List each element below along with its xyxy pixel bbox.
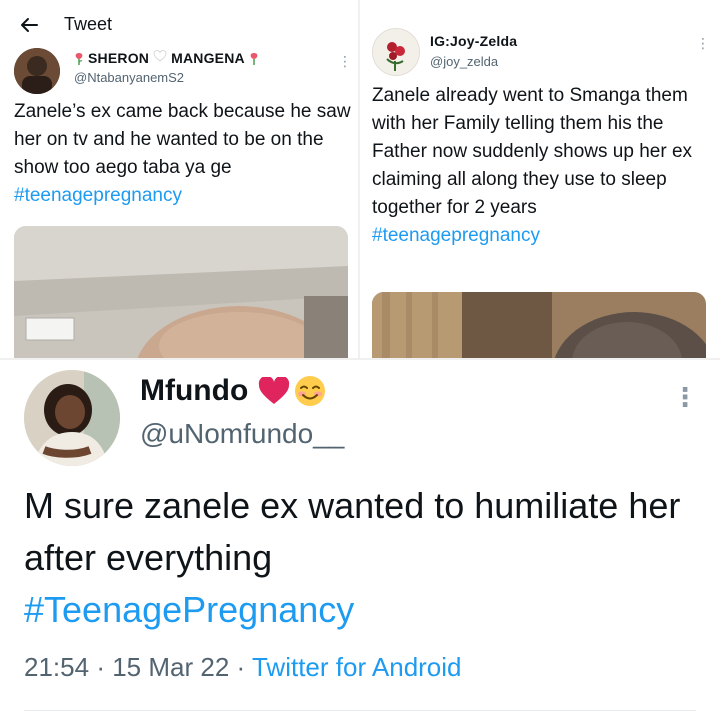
hashtag-link[interactable]: #teenagepregnancy [372, 225, 540, 246]
author-display-name: Mfundo [140, 374, 249, 407]
author-name-part1: SHERON [88, 50, 150, 66]
tweet-text: M sure zanele ex wanted to humiliate her… [24, 480, 684, 636]
author-handle[interactable]: @uNomfundo__ [140, 418, 344, 450]
profile-photo-woman-icon [24, 370, 120, 466]
divider [24, 710, 696, 711]
tweet-body: Zanele’s ex came back because he saw her… [14, 101, 351, 178]
author-name[interactable]: SHERON MANGENA [72, 49, 261, 67]
tweet-text: Zanele already went to Smanga them with … [372, 82, 714, 250]
separator: · [236, 652, 246, 682]
back-arrow-icon[interactable] [18, 14, 40, 36]
roses-icon [373, 29, 419, 75]
tweet-body: M sure zanele ex wanted to humiliate her… [24, 485, 681, 578]
avatar[interactable] [14, 48, 60, 94]
profile-photo-icon [14, 48, 60, 94]
tweet-date[interactable]: 15 Mar 22 [112, 652, 229, 682]
more-options-icon[interactable]: ⋮ [696, 36, 710, 50]
avatar[interactable] [372, 28, 420, 76]
separator: · [96, 652, 105, 682]
tweet-source-link[interactable]: Twitter for Android [252, 652, 462, 682]
tweet-panel-bottom: Mfundo @uNomfundo__ ⋮ M sure zanele ex w… [0, 360, 720, 720]
tweet-text: Zanele’s ex came back because he saw her… [14, 98, 354, 210]
tweet-panel-right: IG:Joy-Zelda @joy_zelda ⋮ Zanele already… [360, 0, 720, 358]
author-name-part2: MANGENA [171, 50, 245, 66]
photo-icon [372, 292, 706, 358]
author-name[interactable]: Mfundo [140, 374, 326, 408]
avatar[interactable] [24, 370, 120, 466]
tweet-media[interactable] [372, 292, 706, 358]
red-heart-icon [258, 375, 290, 405]
tweet-meta: 21:54 · 15 Mar 22 · Twitter for Android [24, 652, 462, 683]
header-title: Tweet [64, 14, 113, 34]
author-handle[interactable]: @NtabanyanemS2 [74, 70, 184, 85]
rose-icon [72, 50, 86, 66]
rose-icon [247, 50, 261, 66]
tweet-media[interactable] [14, 226, 348, 358]
photo-icon [14, 226, 348, 358]
more-options-icon[interactable]: ⋮ [672, 384, 698, 410]
smiling-face-icon [294, 375, 326, 407]
author-name[interactable]: IG:Joy-Zelda [430, 33, 517, 49]
author-handle[interactable]: @joy_zelda [430, 54, 498, 69]
more-options-icon[interactable]: ⋮ [338, 54, 352, 68]
white-heart-icon [153, 49, 167, 67]
tweet-time[interactable]: 21:54 [24, 652, 89, 682]
hashtag-link[interactable]: #TeenagePregnancy [24, 589, 354, 630]
hashtag-link[interactable]: #teenagepregnancy [14, 185, 182, 206]
tweet-panel-left: Tweet SHERON MANGENA @NtabanyanemS2 ⋮ Za… [0, 0, 358, 358]
tweet-body: Zanele already went to Smanga them with … [372, 85, 693, 218]
